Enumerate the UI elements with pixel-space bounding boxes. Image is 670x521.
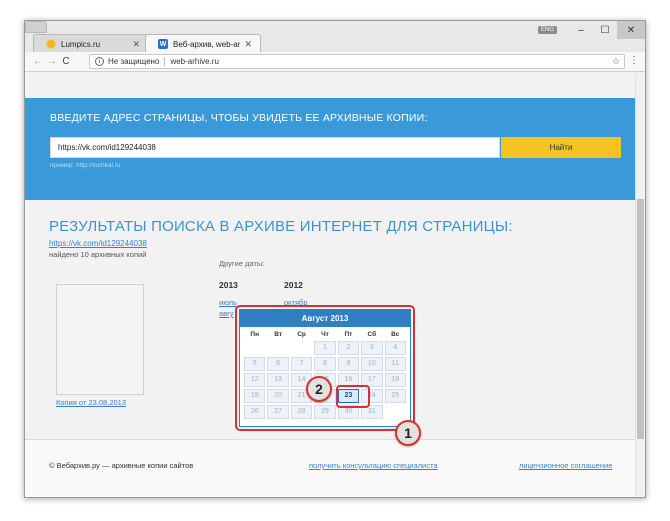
calendar-day[interactable]: 7 bbox=[290, 357, 313, 371]
weekday: Сб bbox=[367, 331, 377, 338]
window-controls: ENG – ☐ ✕ bbox=[537, 21, 645, 39]
calendar-week: 26 27 28 29 30 31 bbox=[240, 404, 410, 420]
calendar-day[interactable]: 4 bbox=[384, 341, 407, 355]
calendar-day[interactable]: 6 bbox=[267, 357, 289, 371]
license-link[interactable]: лицензионное соглашение bbox=[519, 461, 612, 470]
tab-lumpics[interactable]: Lumpics.ru ✕ bbox=[33, 34, 149, 53]
close-icon[interactable]: ✕ bbox=[244, 39, 252, 50]
close-icon[interactable]: ✕ bbox=[132, 39, 140, 50]
calendar-week: 1234 bbox=[240, 340, 410, 356]
page-viewport: ВВЕДИТЕ АДРЕС СТРАНИЦЫ, ЧТОБЫ УВИДЕТЬ ЕЕ… bbox=[25, 73, 637, 497]
calendar-day[interactable]: 28 bbox=[290, 405, 313, 419]
forward-icon[interactable]: → bbox=[45, 56, 59, 67]
back-icon[interactable]: ← bbox=[31, 56, 45, 67]
divider bbox=[164, 57, 166, 66]
calendar-empty-cell bbox=[385, 405, 406, 419]
result-url-link[interactable]: https://vk.com/id129244038 bbox=[49, 239, 147, 248]
consult-link[interactable]: получить консультацию специалиста bbox=[309, 461, 438, 470]
tab-title: Веб-архив, web-archive bbox=[173, 39, 241, 49]
calendar-day[interactable]: 2 bbox=[337, 341, 360, 355]
scrollbar[interactable] bbox=[635, 73, 645, 497]
maximize-icon[interactable]: ☐ bbox=[593, 25, 617, 36]
calendar-day[interactable]: 20 bbox=[267, 389, 289, 403]
selected-day-highlight bbox=[336, 385, 370, 408]
address-bar[interactable]: i Не защищено web-arhive.ru ☆ bbox=[89, 54, 625, 69]
calendar-day[interactable]: 18 bbox=[384, 373, 406, 387]
w-icon: W bbox=[158, 39, 168, 49]
results-title: РЕЗУЛЬТАТЫ ПОИСКА В АРХИВЕ ИНТЕРНЕТ ДЛЯ … bbox=[49, 218, 513, 235]
month-link-july[interactable]: июль bbox=[219, 298, 237, 307]
title-bar: Lumpics.ru ✕ W Веб-архив, web-archive ✕ … bbox=[25, 21, 645, 53]
reload-icon[interactable]: C bbox=[59, 56, 73, 67]
calendar-day[interactable]: 8 bbox=[314, 357, 336, 371]
other-dates-label: Другие даты: bbox=[219, 259, 265, 268]
weekday: Чт bbox=[321, 331, 329, 338]
find-button[interactable]: Найти bbox=[501, 137, 621, 158]
search-heading: ВВЕДИТЕ АДРЕС СТРАНИЦЫ, ЧТОБЫ УВИДЕТЬ ЕЕ… bbox=[50, 112, 428, 124]
copy-thumbnail[interactable] bbox=[56, 284, 144, 395]
calendar-day[interactable]: 29 bbox=[314, 405, 336, 419]
calendar-week: 5 6 7 8 9 10 11 bbox=[240, 356, 410, 372]
calendar-empty-cell bbox=[267, 341, 288, 355]
calendar-popup: Август 2013 Пн Вт Ср Чт Пт Сб Вс 1234567… bbox=[239, 309, 411, 427]
url-input[interactable] bbox=[50, 137, 500, 158]
marker-one: 1 bbox=[395, 420, 421, 446]
result-count: найдено 10 архивных копий bbox=[49, 250, 147, 259]
security-status: Не защищено bbox=[108, 57, 160, 66]
browser-toolbar: ← → C i Не защищено web-arhive.ru ☆ ⋮ bbox=[25, 52, 645, 72]
info-icon[interactable]: i bbox=[95, 57, 104, 66]
star-icon[interactable]: ☆ bbox=[612, 56, 620, 67]
minimize-icon[interactable]: – bbox=[569, 25, 593, 36]
copy-link[interactable]: Копия от 23.08.2013 bbox=[56, 398, 126, 407]
calendar-day[interactable]: 25 bbox=[384, 389, 406, 403]
weekday: Пн bbox=[250, 331, 260, 338]
menu-icon[interactable]: ⋮ bbox=[629, 55, 639, 67]
calendar-day[interactable]: 13 bbox=[267, 373, 289, 387]
footer-copyright: © Вебархив.ру — архивные копии сайтов bbox=[49, 461, 194, 470]
calendar-empty-cell bbox=[244, 341, 265, 355]
calendar-day[interactable]: 10 bbox=[361, 357, 383, 371]
calendar-day[interactable]: 19 bbox=[244, 389, 266, 403]
weekday: Ср bbox=[297, 331, 306, 338]
year-2012: 2012 bbox=[284, 280, 303, 290]
weekday: Вт bbox=[274, 331, 283, 338]
calendar-day[interactable]: 1 bbox=[314, 341, 336, 355]
search-band: ВВЕДИТЕ АДРЕС СТРАНИЦЫ, ЧТОБЫ УВИДЕТЬ ЕЕ… bbox=[25, 98, 637, 200]
example-hint: пример: http://tochkal.ru bbox=[50, 162, 121, 169]
calendar-day[interactable]: 5 bbox=[244, 357, 266, 371]
marker-two: 2 bbox=[306, 376, 332, 402]
footer: © Вебархив.ру — архивные копии сайтов по… bbox=[25, 440, 637, 497]
weekday-row: Пн Вт Ср Чт Пт Сб Вс bbox=[240, 327, 410, 340]
month-link-august[interactable]: авгу bbox=[219, 309, 234, 318]
calendar-day[interactable]: 9 bbox=[337, 357, 360, 371]
tab-web-archive[interactable]: W Веб-архив, web-archive ✕ bbox=[145, 34, 261, 53]
language-badge: ENG bbox=[537, 26, 557, 34]
calendar-day[interactable]: 27 bbox=[267, 405, 289, 419]
calendar-day[interactable]: 26 bbox=[244, 405, 266, 419]
weekday: Пт bbox=[344, 331, 353, 338]
browser-window: Lumpics.ru ✕ W Веб-архив, web-archive ✕ … bbox=[24, 20, 646, 498]
weekday: Вс bbox=[391, 331, 400, 338]
close-window-icon[interactable]: ✕ bbox=[617, 21, 645, 39]
calendar-day[interactable]: 12 bbox=[244, 373, 266, 387]
calendar-title: Август 2013 bbox=[240, 310, 410, 327]
url-text: web-arhive.ru bbox=[170, 57, 219, 66]
scrollbar-thumb[interactable] bbox=[637, 199, 644, 439]
year-2013: 2013 bbox=[219, 280, 238, 290]
calendar-empty-cell bbox=[291, 341, 312, 355]
calendar-day[interactable]: 3 bbox=[361, 341, 383, 355]
new-tab-button[interactable] bbox=[25, 21, 47, 33]
tab-title: Lumpics.ru bbox=[61, 39, 101, 49]
sun-icon bbox=[46, 39, 56, 49]
calendar-day[interactable]: 11 bbox=[384, 357, 406, 371]
